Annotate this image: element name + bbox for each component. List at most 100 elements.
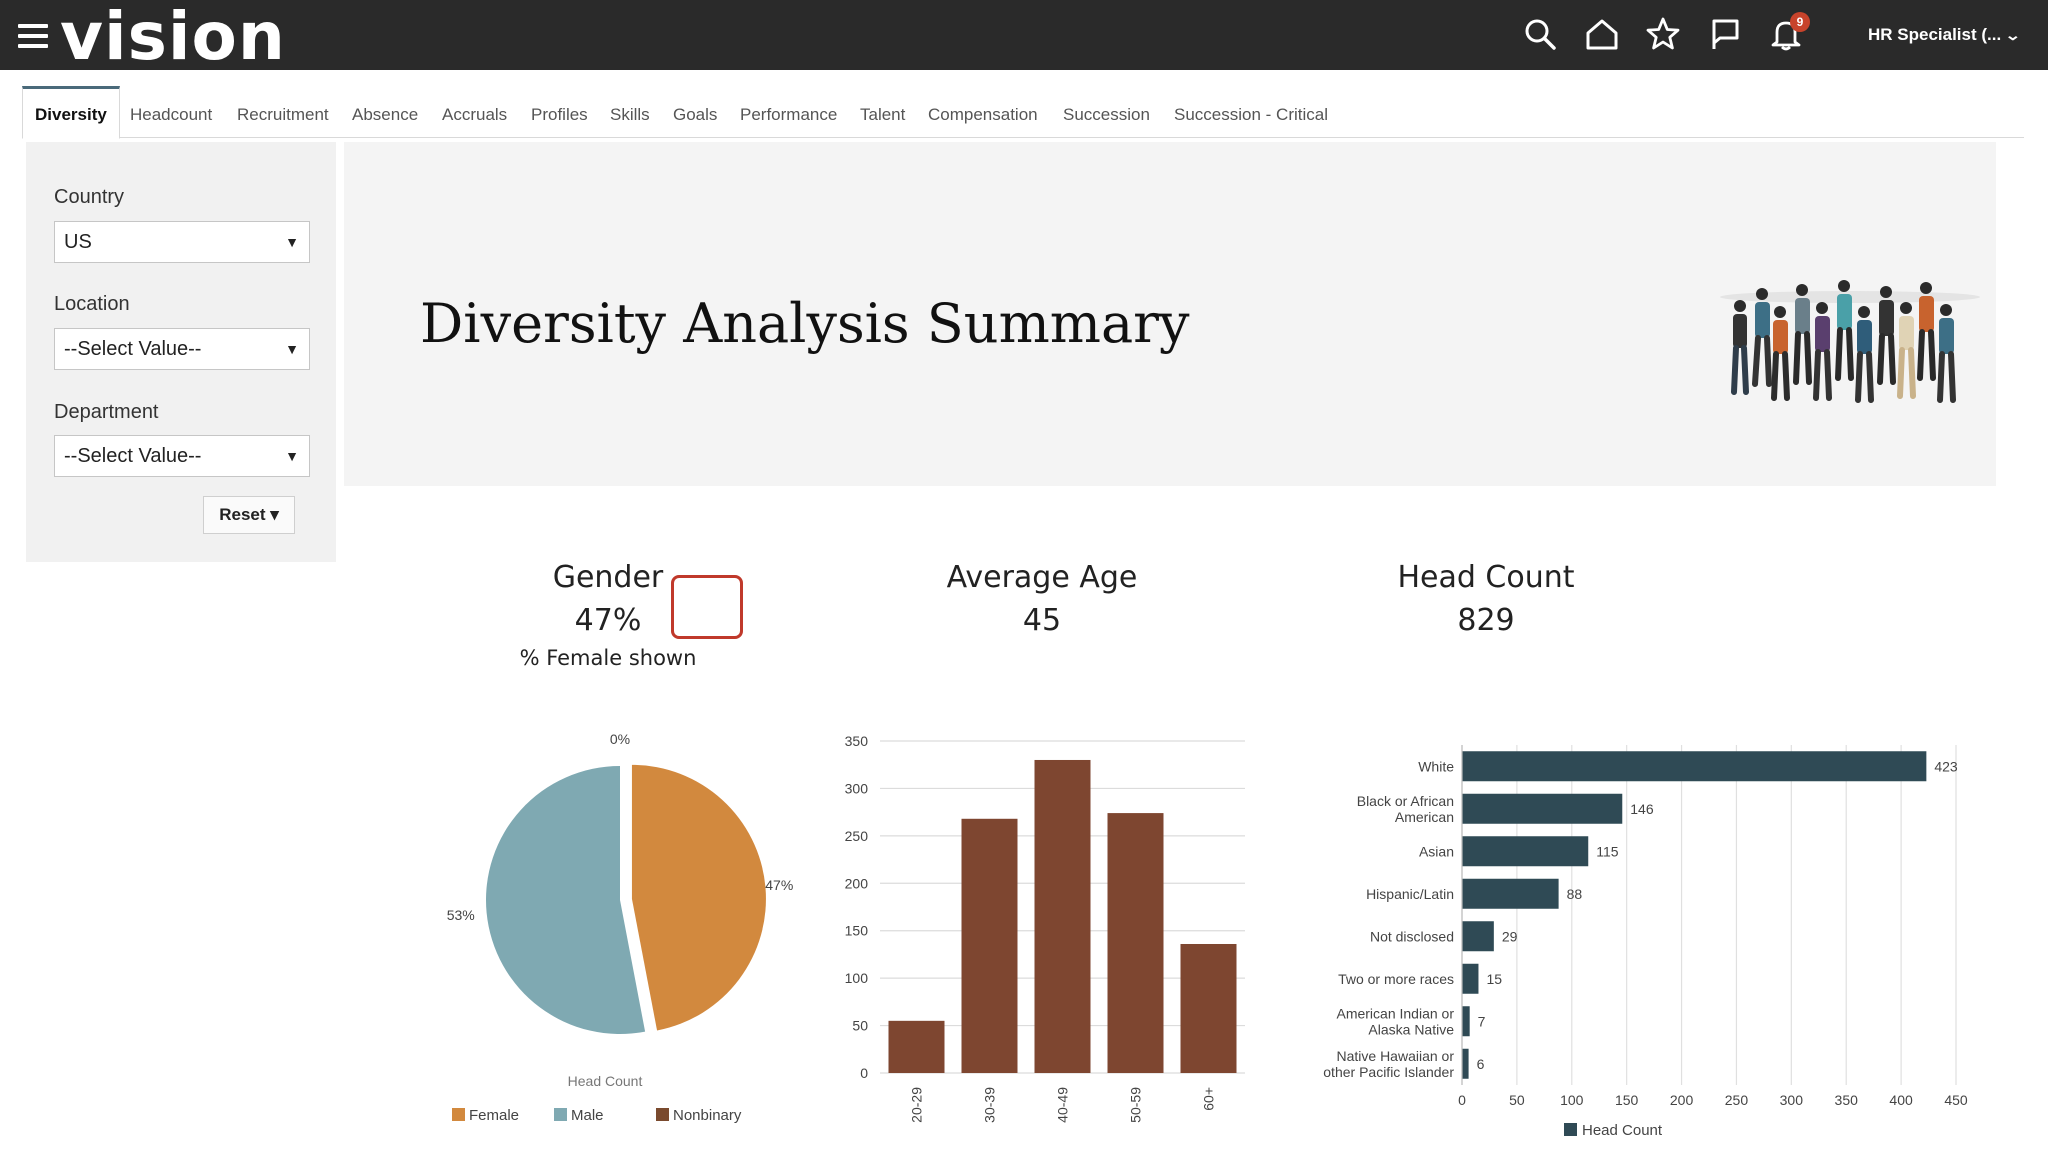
- pie-slice-label: 47%: [765, 877, 793, 893]
- y-tick-label: 100: [845, 970, 869, 986]
- y-category-label: Not disclosed: [1370, 928, 1454, 944]
- legend-label-nonbinary: Nonbinary: [673, 1107, 742, 1124]
- notification-badge: 9: [1790, 12, 1810, 32]
- x-tick-label: 300: [1780, 1092, 1804, 1108]
- y-category-label: Alaska Native: [1368, 1021, 1454, 1037]
- y-tick-label: 250: [845, 828, 869, 844]
- y-category-label: White: [1418, 758, 1454, 774]
- tab-goals[interactable]: Goals: [673, 86, 717, 138]
- page-title: Diversity Analysis Summary: [420, 292, 1190, 355]
- user-menu-label: HR Specialist (...: [1868, 25, 2002, 44]
- head-count-kpi: Head Count 829: [1346, 560, 1626, 638]
- y-tick-label: 200: [845, 875, 869, 891]
- location-label: Location: [54, 293, 130, 315]
- y-category-label: other Pacific Islander: [1323, 1064, 1454, 1080]
- pie-slice-female: [631, 764, 766, 1031]
- tab-performance[interactable]: Performance: [740, 86, 837, 138]
- flag-icon[interactable]: [1707, 16, 1743, 52]
- department-label: Department: [54, 401, 159, 423]
- ethnicity-bar: [1462, 836, 1589, 867]
- x-tick-label: 250: [1725, 1092, 1749, 1108]
- bar-value-label: 29: [1502, 928, 1518, 944]
- person-figure: [1937, 304, 1956, 403]
- y-tick-label: 350: [845, 733, 869, 749]
- dropdown-caret-icon: ▼: [285, 341, 299, 357]
- tab-recruitment[interactable]: Recruitment: [237, 86, 329, 138]
- location-select[interactable]: --Select Value-- ▼: [54, 328, 310, 370]
- pie-slice-male: [485, 766, 646, 1034]
- tab-diversity[interactable]: Diversity: [22, 86, 120, 139]
- person-figure: [1813, 302, 1832, 401]
- average-age-kpi-value: 45: [1022, 603, 1062, 638]
- legend-label-male: Male: [571, 1107, 604, 1124]
- bar-value-label: 6: [1477, 1056, 1485, 1072]
- tab-succession[interactable]: Succession: [1063, 86, 1150, 138]
- y-tick-label: 300: [845, 780, 869, 796]
- tab-headcount[interactable]: Headcount: [130, 86, 212, 138]
- tab-accruals[interactable]: Accruals: [442, 86, 507, 138]
- legend-swatch-male: [554, 1108, 567, 1121]
- country-label: Country: [54, 186, 125, 208]
- star-icon[interactable]: [1645, 16, 1681, 52]
- age-bar: [888, 1020, 945, 1073]
- bar-value-label: 115: [1596, 843, 1619, 859]
- ethnicity-bar-chart[interactable]: 0 50 100 150 200 250 300 350 400 450 423 White 146 Bl…: [1290, 735, 1990, 1145]
- department-select[interactable]: --Select Value-- ▼: [54, 435, 310, 477]
- age-bar: [961, 818, 1018, 1073]
- ethnicity-bar: [1462, 1006, 1470, 1037]
- x-tick-label: 150: [1615, 1092, 1639, 1108]
- x-tick-label: 450: [1944, 1092, 1968, 1108]
- tab-profiles[interactable]: Profiles: [531, 86, 588, 138]
- head-count-kpi-value: 829: [1457, 603, 1515, 638]
- bar-value-label: 423: [1934, 758, 1958, 774]
- x-tick-label: 200: [1670, 1092, 1694, 1108]
- ethnicity-bar: [1462, 921, 1494, 952]
- y-tick-label: 50: [852, 1018, 868, 1034]
- ethnicity-bar: [1462, 963, 1479, 994]
- pie-slice-label: 53%: [447, 907, 475, 923]
- x-tick-label: 40-49: [1055, 1087, 1071, 1123]
- age-bar-chart[interactable]: 0 50 100 150 200 250 300 350 20-29 30-39 40-49 50-5…: [830, 725, 1260, 1125]
- age-bar: [1034, 759, 1091, 1073]
- tab-compensation[interactable]: Compensation: [928, 86, 1038, 138]
- average-age-kpi: Average Age 45: [902, 560, 1182, 638]
- x-tick-label: 20-29: [909, 1087, 925, 1123]
- reset-button[interactable]: Reset ▾: [203, 496, 295, 534]
- user-menu[interactable]: HR Specialist (... ⌄: [1868, 25, 2022, 45]
- app-logo[interactable]: vision: [60, 2, 286, 72]
- tab-absence[interactable]: Absence: [352, 86, 418, 138]
- legend-swatch-nonbinary: [656, 1108, 669, 1121]
- home-icon[interactable]: [1584, 16, 1620, 52]
- bar-value-label: 7: [1478, 1013, 1486, 1029]
- x-tick-label: 400: [1889, 1092, 1913, 1108]
- tab-skills[interactable]: Skills: [610, 86, 650, 138]
- location-value: --Select Value--: [64, 338, 202, 360]
- legend-swatch-head-count: [1564, 1123, 1577, 1136]
- y-category-label: Native Hawaiian or: [1337, 1048, 1455, 1064]
- menu-icon[interactable]: [18, 24, 48, 48]
- tab-succession-critical[interactable]: Succession - Critical: [1174, 86, 1328, 138]
- search-icon[interactable]: [1522, 16, 1558, 52]
- x-tick-label: 60+: [1201, 1087, 1217, 1111]
- person-figure: [1855, 306, 1874, 403]
- x-tick-label: 50-59: [1128, 1087, 1144, 1123]
- tab-talent[interactable]: Talent: [860, 86, 905, 138]
- summary-banner: Diversity Analysis Summary: [344, 142, 1996, 486]
- x-tick-label: 50: [1509, 1092, 1525, 1108]
- person-figure: [1752, 288, 1772, 387]
- bell-icon[interactable]: 9: [1768, 12, 1810, 52]
- chevron-down-icon: ⌄: [2004, 27, 2022, 43]
- x-tick-label: 350: [1835, 1092, 1859, 1108]
- average-age-kpi-title: Average Age: [946, 560, 1138, 595]
- legend-label-head-count: Head Count: [1582, 1122, 1663, 1139]
- country-select[interactable]: US ▼: [54, 221, 310, 263]
- y-category-label: Black or African: [1357, 793, 1454, 809]
- filter-panel: Country US ▼ Location --Select Value-- ▼…: [26, 142, 336, 562]
- y-category-label: Hispanic/Latin: [1366, 886, 1454, 902]
- highlight-annotation-box: [671, 575, 743, 639]
- gender-pie-chart[interactable]: 47% 53% 0% Head Count Female Male Nonbinary: [400, 730, 840, 1140]
- x-tick-label: 30-39: [982, 1087, 998, 1123]
- ethnicity-bar: [1462, 1048, 1469, 1079]
- head-count-kpi-title: Head Count: [1397, 560, 1575, 595]
- tab-bar: Diversity Headcount Recruitment Absence …: [22, 86, 2024, 139]
